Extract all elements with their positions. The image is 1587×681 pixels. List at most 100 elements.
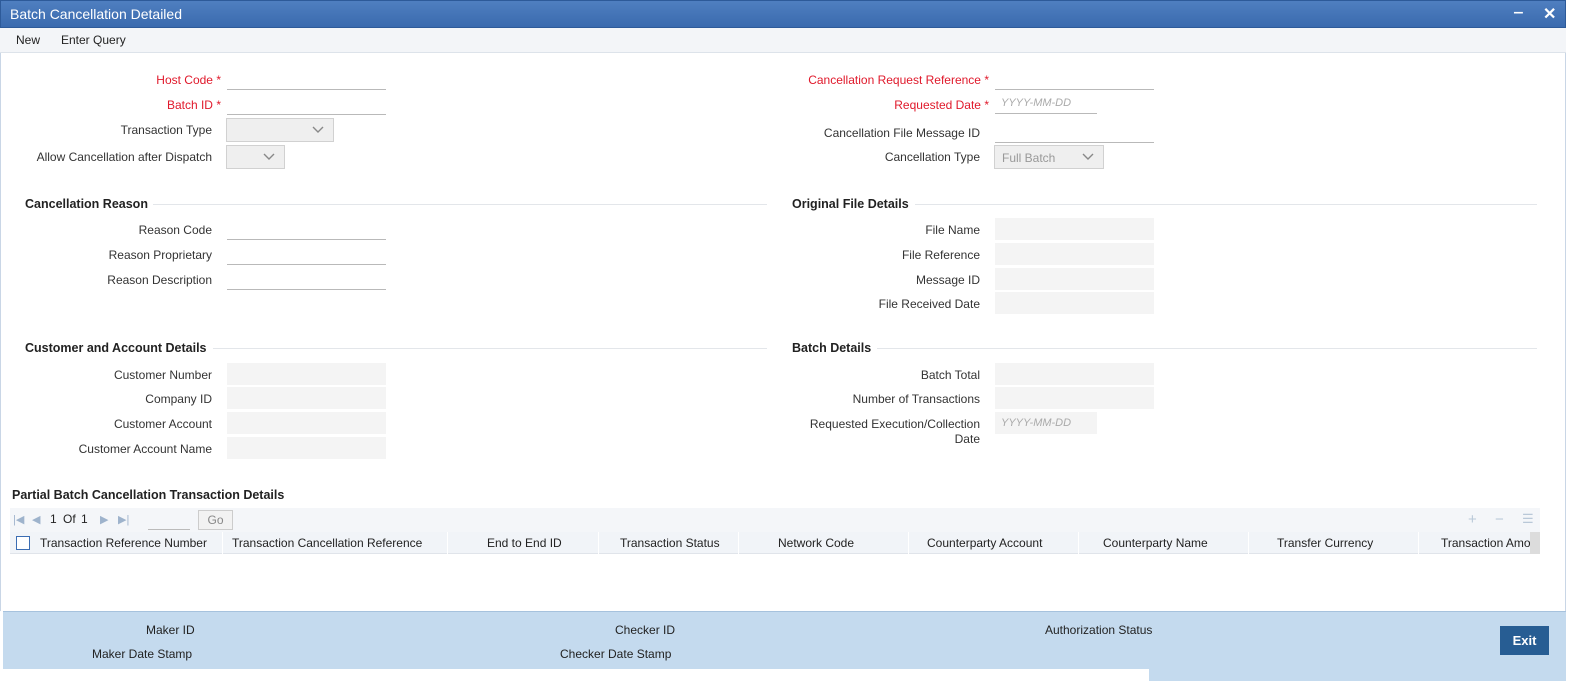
cancellation-file-message-id-input[interactable]	[995, 121, 1154, 143]
menu-bar: New Enter Query	[0, 28, 1566, 53]
number-of-transactions-field	[995, 387, 1154, 409]
file-received-date-field	[995, 292, 1154, 314]
minimize-icon[interactable]: ‒	[1514, 4, 1523, 22]
bottom-strip-block	[1149, 669, 1566, 681]
requested-execution-date-placeholder: YYYY-MM-DD	[1001, 417, 1072, 429]
page-total: 1	[81, 512, 88, 526]
cancellation-file-message-id-label: Cancellation File Message ID	[823, 126, 980, 140]
grid-scrollbar[interactable]	[1530, 532, 1540, 554]
customer-number-field	[227, 363, 386, 385]
grid-header: Transaction Reference Number Transaction…	[10, 532, 1540, 554]
requested-execution-date-field: YYYY-MM-DD	[995, 412, 1097, 434]
reason-description-input[interactable]	[227, 268, 386, 290]
customer-account-details-title: Customer and Account Details	[25, 341, 207, 355]
original-file-details-title: Original File Details	[792, 197, 909, 211]
column-header[interactable]: Transaction Amo	[1441, 536, 1540, 550]
page-number-input[interactable]	[148, 511, 190, 530]
section-divider	[153, 204, 767, 205]
column-divider	[1248, 532, 1249, 554]
page-of-label: Of	[63, 512, 76, 526]
cancellation-request-reference-input[interactable]	[995, 68, 1154, 90]
section-divider	[915, 204, 1537, 205]
chevron-down-icon	[312, 126, 324, 133]
column-header[interactable]: End to End ID	[487, 536, 562, 550]
audit-footer: Maker ID Maker Date Stamp Checker ID Che…	[3, 611, 1566, 669]
message-id-label: Message ID	[915, 273, 980, 287]
section-divider	[213, 348, 767, 349]
delete-row-icon[interactable]: −	[1495, 511, 1504, 528]
column-divider	[738, 532, 739, 554]
maker-date-stamp-label: Maker Date Stamp	[92, 647, 193, 661]
company-id-label: Company ID	[145, 392, 212, 406]
last-page-icon[interactable]: ▶|	[118, 513, 129, 526]
reason-code-input[interactable]	[227, 218, 386, 240]
cancellation-request-reference-label: Cancellation Request Reference *	[808, 73, 989, 87]
add-row-icon[interactable]: +	[1468, 511, 1477, 528]
host-code-input[interactable]	[227, 68, 386, 90]
requested-execution-label-line2: Date	[954, 432, 980, 446]
cancellation-type-select[interactable]: Full Batch	[994, 145, 1104, 169]
column-header[interactable]: Transaction Reference Number	[40, 536, 207, 550]
batch-id-input[interactable]	[227, 93, 386, 115]
requested-date-input[interactable]: YYYY-MM-DD	[995, 92, 1097, 114]
column-header[interactable]: Counterparty Name	[1103, 536, 1208, 550]
file-reference-field	[995, 243, 1154, 265]
go-button[interactable]: Go	[198, 510, 233, 530]
cancellation-type-label: Cancellation Type	[884, 150, 980, 164]
file-name-label: File Name	[925, 223, 980, 237]
section-divider	[877, 348, 1537, 349]
company-id-field	[227, 387, 386, 409]
customer-account-label: Customer Account	[113, 417, 212, 431]
grid-pager: |◀ ◀ 1 Of 1 ▶ ▶| Go + − ☰	[10, 508, 1540, 532]
file-name-field	[995, 218, 1154, 240]
batch-total-label: Batch Total	[920, 368, 980, 382]
column-header[interactable]: Transaction Status	[620, 536, 720, 550]
requested-date-placeholder: YYYY-MM-DD	[1001, 97, 1072, 109]
cancellation-reason-title: Cancellation Reason	[25, 197, 148, 211]
checker-date-stamp-label: Checker Date Stamp	[560, 647, 672, 661]
checker-id-label: Checker ID	[615, 623, 676, 637]
column-divider	[908, 532, 909, 554]
column-divider	[447, 532, 448, 554]
chevron-down-icon	[1082, 153, 1094, 160]
column-header[interactable]: Transfer Currency	[1277, 536, 1373, 550]
reason-description-label: Reason Description	[107, 273, 212, 287]
column-divider	[222, 532, 223, 554]
column-header[interactable]: Transaction Cancellation Reference	[232, 536, 422, 550]
message-id-field	[995, 268, 1154, 290]
reason-proprietary-input[interactable]	[227, 243, 386, 265]
menu-new[interactable]: New	[16, 33, 40, 47]
transaction-type-label: Transaction Type	[120, 123, 212, 137]
allow-cancellation-select[interactable]	[226, 145, 285, 169]
bottom-strip	[0, 669, 1587, 681]
column-divider	[1418, 532, 1419, 554]
column-header[interactable]: Network Code	[778, 536, 854, 550]
requested-date-label: Requested Date *	[894, 98, 989, 112]
transaction-type-select[interactable]	[226, 118, 334, 142]
number-of-transactions-label: Number of Transactions	[852, 392, 980, 406]
close-icon[interactable]: ✕	[1543, 4, 1556, 24]
requested-execution-label-line1: Requested Execution/Collection	[809, 417, 980, 431]
batch-id-label: Batch ID *	[166, 98, 221, 112]
column-divider	[1078, 532, 1079, 554]
column-header[interactable]: Counterparty Account	[927, 536, 1042, 550]
next-page-icon[interactable]: ▶	[100, 513, 108, 526]
batch-total-field	[995, 363, 1154, 385]
batch-details-title: Batch Details	[792, 341, 872, 355]
customer-account-name-field	[227, 437, 386, 459]
allow-cancellation-label: Allow Cancellation after Dispatch	[36, 150, 212, 164]
file-reference-label: File Reference	[901, 248, 980, 262]
exit-button[interactable]: Exit	[1500, 626, 1549, 655]
first-page-icon[interactable]: |◀	[13, 513, 24, 526]
chevron-down-icon	[263, 153, 275, 160]
column-divider	[598, 532, 599, 554]
customer-account-name-label: Customer Account Name	[78, 442, 212, 456]
authorization-status-label: Authorization Status	[1045, 623, 1153, 637]
customer-number-label: Customer Number	[113, 368, 212, 382]
select-all-checkbox[interactable]	[16, 536, 30, 550]
view-list-icon[interactable]: ☰	[1522, 511, 1534, 527]
grid-title: Partial Batch Cancellation Transaction D…	[12, 488, 285, 502]
previous-page-icon[interactable]: ◀	[32, 513, 40, 526]
menu-enter-query[interactable]: Enter Query	[61, 33, 126, 47]
reason-code-label: Reason Code	[138, 223, 212, 237]
